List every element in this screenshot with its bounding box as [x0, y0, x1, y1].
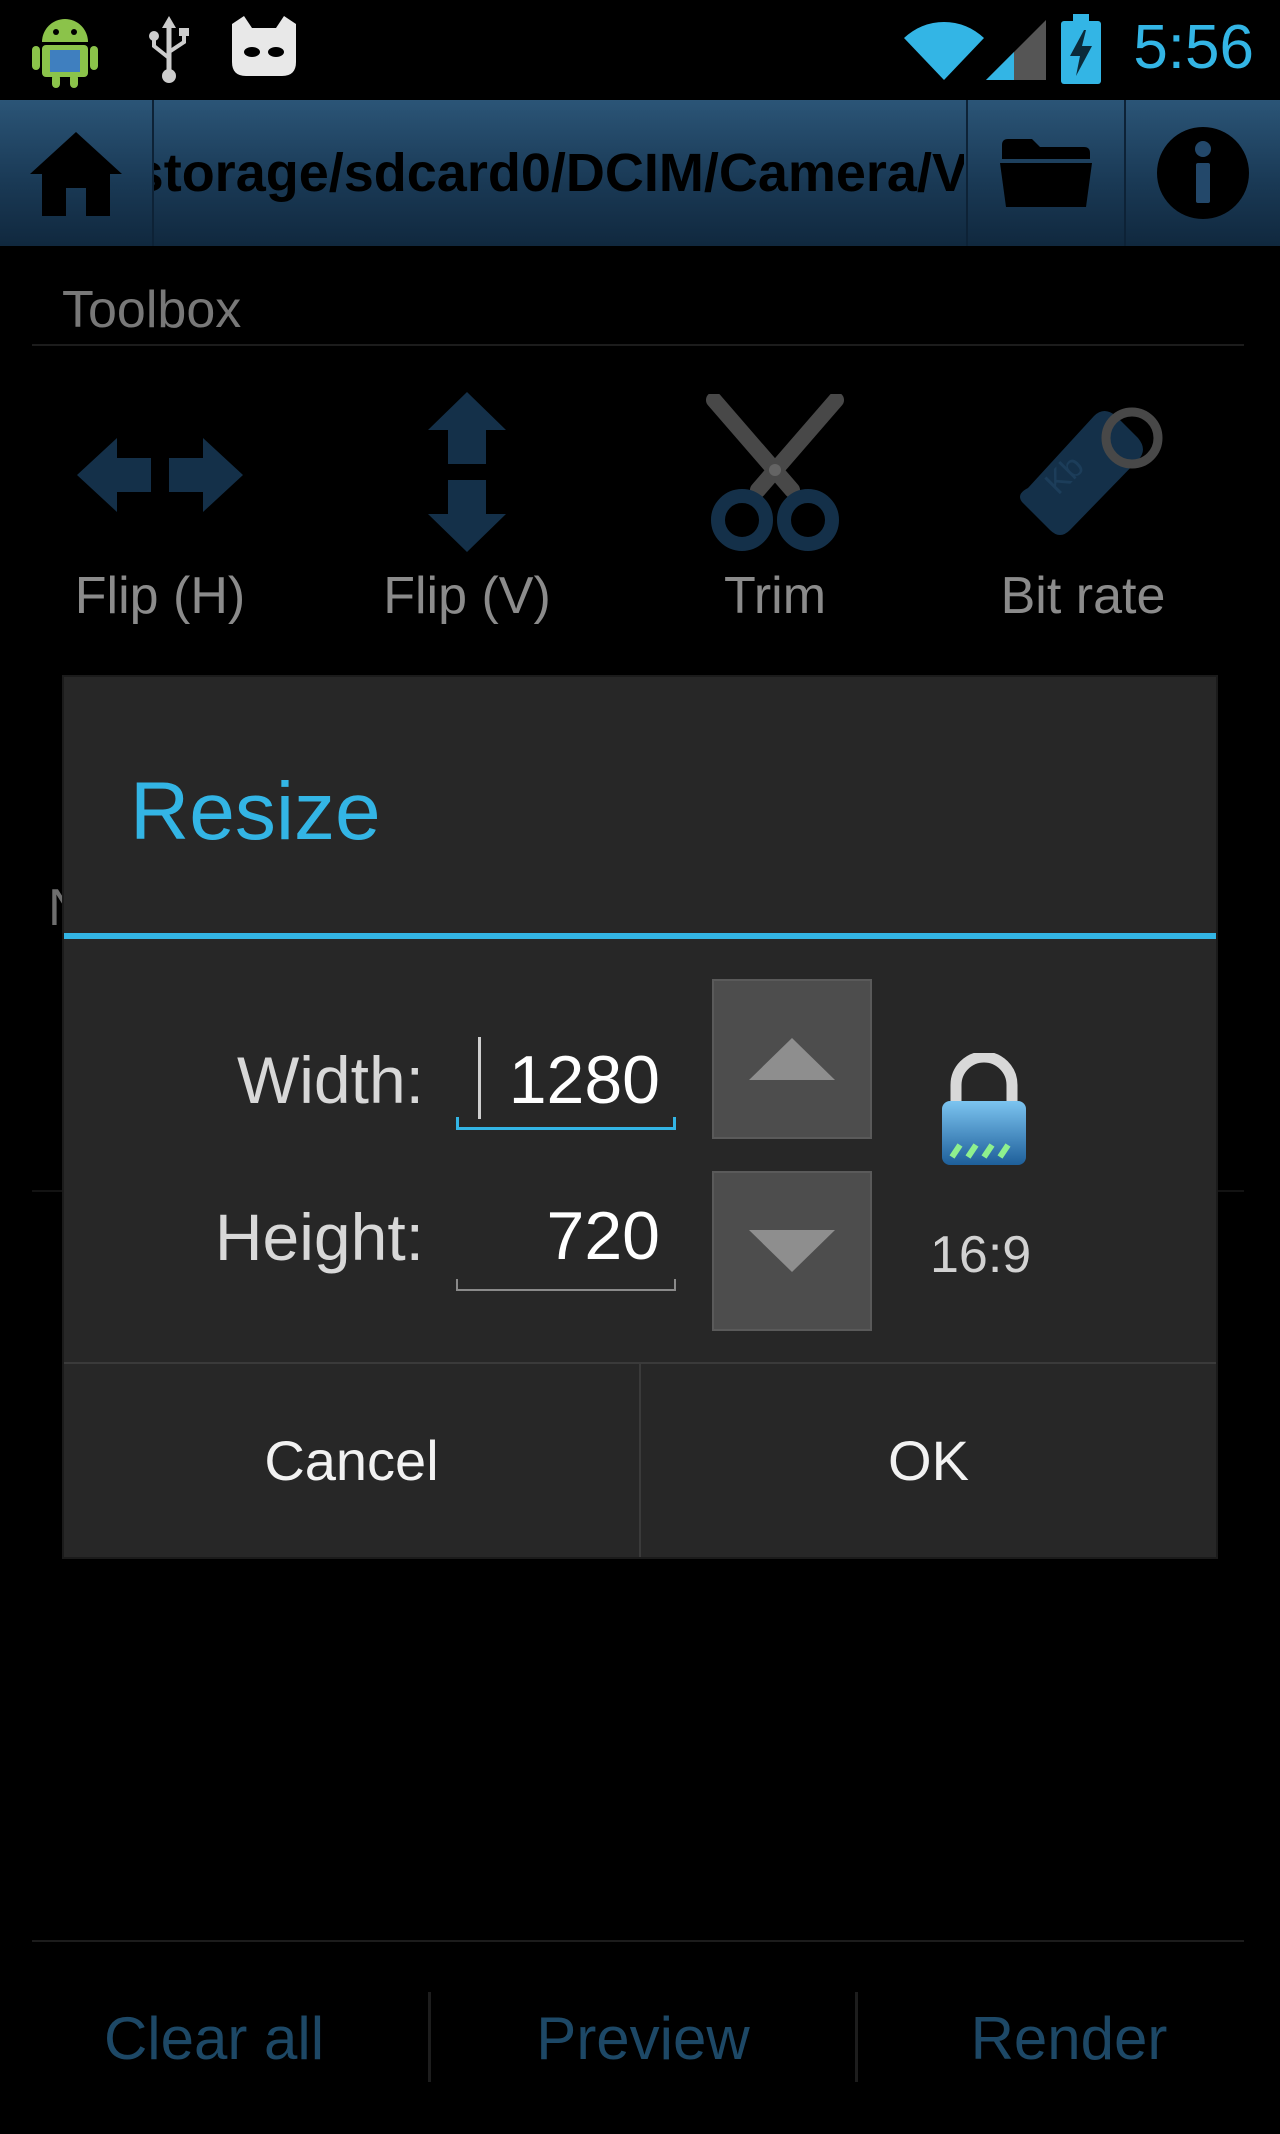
width-value: 1280: [508, 1042, 660, 1118]
height-field[interactable]: 720: [454, 1173, 680, 1297]
cancel-button[interactable]: Cancel: [64, 1364, 639, 1557]
info-icon: [1157, 127, 1249, 219]
height-label: Height:: [214, 1200, 424, 1274]
arrow-down-icon: [749, 1230, 835, 1272]
open-folder-button[interactable]: [968, 100, 1124, 246]
path-field[interactable]: /storage/sdcard0/DCIM/Camera/V: [154, 100, 964, 246]
width-field[interactable]: 1280: [454, 1017, 680, 1141]
clear-all-button[interactable]: Clear all: [0, 1942, 428, 2134]
arrow-up-icon: [749, 1038, 835, 1080]
lock-icon: [942, 1051, 1026, 1165]
preview-button[interactable]: Preview: [431, 1942, 855, 2134]
current-path: /storage/sdcard0/DCIM/Camera/V: [154, 143, 964, 203]
folder-icon: [1000, 139, 1092, 207]
resize-dialog: Resize Width: 1280 Height: 720 16:9 Canc…: [64, 677, 1216, 1557]
status-bar: 5:56: [0, 0, 1280, 100]
height-field-underline: [456, 1289, 676, 1291]
clock: 5:56: [1133, 13, 1254, 82]
height-field-tick-right: [674, 1279, 676, 1291]
home-icon: [30, 132, 122, 216]
width-field-tick-right: [673, 1117, 676, 1130]
usb-icon: [149, 16, 189, 83]
increase-button[interactable]: [712, 979, 872, 1139]
decrease-button[interactable]: [712, 1171, 872, 1331]
render-button[interactable]: Render: [858, 1942, 1280, 2134]
android-notification-icon: [32, 19, 98, 88]
home-button[interactable]: [0, 100, 152, 246]
width-label: Width:: [236, 1043, 424, 1117]
dialog-title-divider: [64, 933, 1216, 939]
aspect-lock-toggle[interactable]: [934, 1051, 1034, 1169]
wifi-icon: [904, 21, 984, 80]
aspect-ratio-label: 16:9: [930, 1226, 1032, 1284]
ok-button[interactable]: OK: [641, 1364, 1216, 1557]
cyanogenmod-icon: [232, 16, 296, 76]
signal-strength-icon: [986, 20, 1046, 80]
height-field-tick-left: [456, 1279, 458, 1291]
info-button[interactable]: [1126, 100, 1280, 246]
height-value: 720: [546, 1198, 660, 1274]
width-field-underline: [456, 1127, 676, 1130]
dialog-title: Resize: [130, 766, 381, 857]
width-field-tick-left: [456, 1117, 459, 1130]
action-bar: /storage/sdcard0/DCIM/Camera/V: [0, 100, 1280, 246]
battery-charging-icon: [1061, 14, 1101, 84]
